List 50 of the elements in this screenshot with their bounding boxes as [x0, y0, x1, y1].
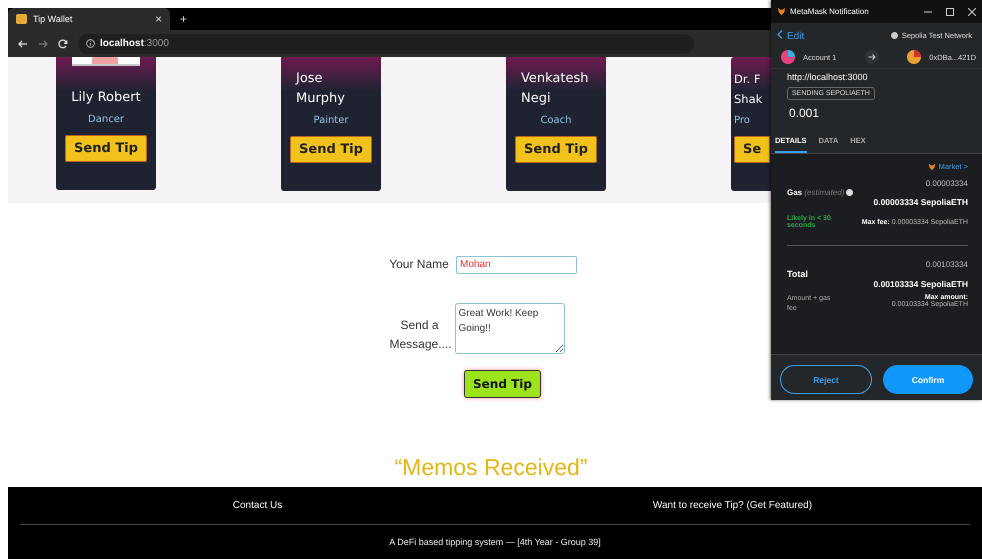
forward-icon[interactable] [38, 38, 48, 48]
profile-role: Dancer [88, 114, 124, 125]
name-field[interactable]: Mohan [456, 256, 577, 274]
account-avatar-icon [907, 50, 922, 64]
send-tip-button[interactable]: Send Tip [65, 135, 147, 162]
footer-link[interactable]: Contact Us [232, 500, 282, 511]
close-tab-button[interactable]: × [154, 13, 162, 25]
profile-role: Coach [540, 115, 572, 126]
profile-name: Jose Murphy [294, 70, 345, 108]
field-label: Send a Message.... [390, 317, 450, 353]
footer-link[interactable]: Want to receive Tip? (Get Featured) [652, 500, 812, 511]
profile-role: Pro [734, 115, 750, 126]
reload-icon[interactable] [58, 38, 68, 48]
gas-label: Gas (estimated) [787, 188, 844, 197]
tab-title: Tip Wallet [33, 14, 74, 24]
field-label: Your Name [388, 256, 450, 273]
profile-name: Venkatesh Negi [520, 70, 588, 108]
send-tip-button[interactable]: Send Tip [464, 370, 541, 398]
origin-url: http://localhost:3000 [786, 71, 869, 82]
chevron-left-icon [777, 30, 783, 38]
account-avatar-icon [781, 50, 795, 64]
browser-tab[interactable]: Tip Wallet × [8, 8, 170, 30]
fox-icon [928, 162, 936, 170]
close-icon[interactable] [968, 8, 976, 16]
profile-name: Lily Robert [71, 89, 141, 107]
gas-fiat: 0.00003334 [926, 179, 968, 188]
wallet-icon [16, 14, 27, 24]
url-text: localhost:3000 [100, 38, 169, 49]
new-tab-button[interactable]: + [180, 13, 188, 25]
message-field[interactable]: Great Work! Keep Going!! [454, 303, 564, 354]
profile-name: Dr. F Shak [734, 71, 762, 108]
send-tip-button[interactable]: Send Tip [290, 136, 372, 163]
send-tip-button[interactable]: Send Tip [515, 136, 597, 163]
back-link[interactable]: Edit [777, 30, 804, 42]
amount-value: 0.001 [788, 105, 820, 122]
gas-amount: 0.00003334 SepoliaETH [873, 197, 968, 207]
fox-icon [777, 7, 786, 16]
popup-title: MetaMask Notification [790, 7, 869, 16]
maximize-icon[interactable] [946, 8, 954, 16]
back-icon[interactable] [18, 38, 28, 48]
profile-role: Painter [313, 115, 348, 126]
total-label: Total [787, 269, 809, 279]
total-amount: 0.00103334 SepoliaETH [873, 279, 968, 289]
footer-note: A DeFi based tipping system — [4th Year - Group 39] [388, 536, 602, 549]
send-tip-button[interactable]: Se [734, 136, 770, 163]
address-field[interactable]: localhost:3000 [78, 34, 694, 54]
total-fiat: 0.00103334 [926, 260, 968, 269]
network-dot-icon [890, 32, 898, 39]
reject-button[interactable]: Reject [780, 365, 872, 394]
section-heading: “Memos Received” [394, 454, 588, 482]
